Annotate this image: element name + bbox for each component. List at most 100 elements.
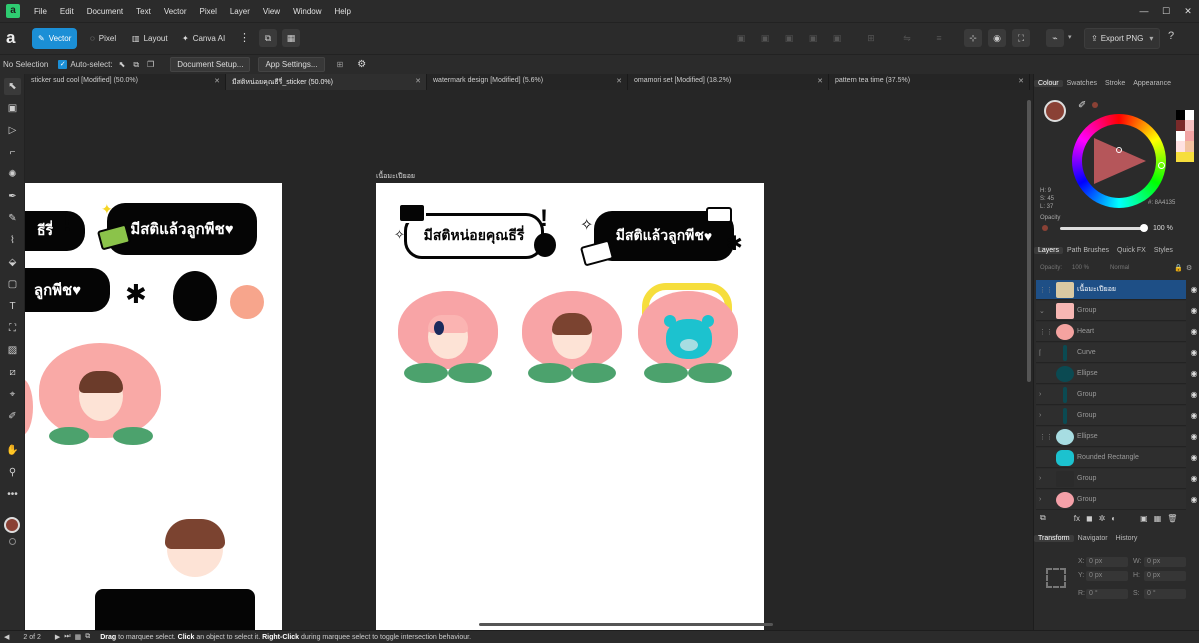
- grid-settings-icon[interactable]: ⊞: [337, 60, 344, 69]
- image-tool-icon[interactable]: ▨: [4, 342, 21, 359]
- tab-swatches[interactable]: Swatches: [1063, 80, 1101, 87]
- crop-tool-icon[interactable]: ⛶: [4, 320, 21, 337]
- visibility-eye-icon[interactable]: ◉: [1188, 364, 1199, 384]
- last-page-icon[interactable]: ⏭: [64, 633, 70, 641]
- tab-navigator[interactable]: Navigator: [1074, 535, 1112, 542]
- assistant-icon[interactable]: ⌁: [1046, 29, 1064, 47]
- fill-color-swatch[interactable]: [4, 517, 20, 533]
- group-icon[interactable]: ▣: [1140, 514, 1148, 523]
- shape-builder-icon[interactable]: ✺: [4, 166, 21, 183]
- sticker-bubble[interactable]: [95, 589, 255, 630]
- close-tab-icon[interactable]: ✕: [616, 77, 622, 85]
- select-layer-icon[interactable]: ❐: [147, 60, 154, 69]
- width-field[interactable]: 0 px: [1144, 557, 1186, 567]
- align-icon[interactable]: ⊞: [862, 29, 880, 47]
- persona-canva-ai[interactable]: ✦ Canva AI: [176, 28, 231, 49]
- height-field[interactable]: 0 px: [1144, 571, 1186, 581]
- chevron-down-icon[interactable]: ▾: [1068, 33, 1072, 41]
- contrast-icon[interactable]: ◐: [1111, 514, 1116, 523]
- zoom-tool-icon[interactable]: ⚲: [4, 464, 21, 481]
- close-tab-icon[interactable]: ✕: [1018, 77, 1024, 85]
- fill-tool-icon[interactable]: ⬙: [4, 254, 21, 271]
- visibility-eye-icon[interactable]: ◉: [1188, 469, 1199, 489]
- close-tab-icon[interactable]: ✕: [817, 77, 823, 85]
- fx-icon[interactable]: fx: [1074, 514, 1080, 523]
- visibility-eye-icon[interactable]: ◉: [1188, 406, 1199, 426]
- eyedropper-tool-icon[interactable]: ⌖: [4, 386, 21, 403]
- tab-transform[interactable]: Transform: [1034, 534, 1074, 542]
- delete-layer-icon[interactable]: 🗑: [1167, 514, 1177, 523]
- minimize-button[interactable]: —: [1133, 0, 1155, 22]
- tab-pattern-tea-time[interactable]: pattern tea time (37.5%) ✕: [829, 74, 1030, 90]
- tab-stroke[interactable]: Stroke: [1101, 80, 1129, 87]
- tab-layers[interactable]: Layers: [1034, 246, 1064, 254]
- character-head[interactable]: [165, 519, 225, 581]
- tab-quick-fx[interactable]: Quick FX: [1113, 247, 1150, 254]
- layer-opacity-value[interactable]: 100 %: [1072, 265, 1089, 271]
- lock-icon[interactable]: 🔒: [1174, 264, 1183, 272]
- more-options-icon[interactable]: ⋮: [239, 31, 250, 44]
- visibility-eye-icon[interactable]: ◉: [1188, 343, 1199, 363]
- visibility-eye-icon[interactable]: ◉: [1188, 322, 1199, 342]
- peach-character-1[interactable]: [398, 291, 498, 389]
- snapping-icon[interactable]: ⧉: [259, 29, 277, 47]
- transparency-tool-icon[interactable]: ⧄: [4, 364, 21, 381]
- transform-origin-icon[interactable]: ⊹: [964, 29, 982, 47]
- blend-mode-select[interactable]: Normal: [1110, 265, 1129, 271]
- layer-row[interactable]: › Group ◉: [1036, 469, 1197, 489]
- tab-omamori-set[interactable]: omamori set [Modified] (18.2%) ✕: [628, 74, 829, 90]
- app-settings-button[interactable]: App Settings...: [258, 57, 325, 72]
- menu-text[interactable]: Text: [132, 7, 160, 16]
- close-tab-icon[interactable]: ✕: [415, 77, 421, 85]
- crop-icon[interactable]: ⛶: [1012, 29, 1030, 47]
- tab-watermark-design[interactable]: watermark design [Modified] (5.6%) ✕: [427, 74, 628, 90]
- maximize-button[interactable]: ☐: [1155, 0, 1177, 22]
- menu-vector[interactable]: Vector: [160, 7, 196, 16]
- layer-row[interactable]: Ellipse ◉: [1036, 364, 1197, 384]
- artboard-left[interactable]: ธีรี่ ! มีสติแล้วลูกพีช ♥ ✦ ลูกพีช ♥ ✱: [25, 183, 282, 630]
- peach-character[interactable]: [39, 343, 161, 453]
- menu-view[interactable]: View: [259, 7, 289, 16]
- visibility-eye-icon[interactable]: ◉: [1188, 490, 1199, 510]
- brush-tool-icon[interactable]: ⌇: [4, 232, 21, 249]
- next-page-icon[interactable]: ▶: [55, 633, 60, 641]
- gear-icon[interactable]: ⚙: [1186, 264, 1192, 272]
- peach-character-3[interactable]: [636, 283, 740, 389]
- tab-active-sticker[interactable]: มีสติหน่อยคุณธีรี่_sticker (50.0%) ✕: [226, 74, 427, 90]
- close-window-button[interactable]: ✕: [1177, 0, 1199, 22]
- tab-styles[interactable]: Styles: [1150, 247, 1177, 254]
- tab-history[interactable]: History: [1112, 535, 1142, 542]
- color-picker-icon[interactable]: ✐: [4, 408, 21, 425]
- add-layer-icon[interactable]: ⧉: [1040, 513, 1046, 523]
- menu-document[interactable]: Document: [83, 7, 132, 16]
- menu-help[interactable]: Help: [331, 7, 360, 16]
- prev-page-icon[interactable]: ◀: [4, 633, 9, 641]
- layer-row[interactable]: › Group ◉: [1036, 490, 1197, 510]
- boolean-xor-icon[interactable]: ▣: [804, 29, 822, 47]
- visibility-eye-icon[interactable]: ◉: [1188, 301, 1199, 321]
- layer-row[interactable]: Rounded Rectangle ◉: [1036, 448, 1197, 468]
- chevron-right-icon[interactable]: ›: [1039, 475, 1041, 482]
- pencil-tool-icon[interactable]: ✎: [4, 210, 21, 227]
- menu-window[interactable]: Window: [289, 7, 330, 16]
- move-tool-icon[interactable]: ⬉: [4, 78, 21, 95]
- layer-row[interactable]: ⋮⋮ เนื้อมะเปียอย ◉: [1036, 280, 1197, 300]
- canvas-area[interactable]: ธีรี่ ! มีสติแล้วลูกพีช ♥ ✦ ลูกพีช ♥ ✱ เ…: [25, 90, 1033, 630]
- tab-sticker-sud-cool[interactable]: sticker sud cool [Modified] (50.0%) ✕: [25, 74, 226, 90]
- adjust-icon[interactable]: ✲: [1099, 514, 1106, 523]
- visibility-eye-icon[interactable]: ◉: [1188, 385, 1199, 405]
- menu-file[interactable]: File: [30, 7, 56, 16]
- chevron-right-icon[interactable]: ›: [1039, 391, 1041, 398]
- tab-path-brushes[interactable]: Path Brushes: [1063, 247, 1113, 254]
- spread-icon[interactable]: ⧉: [85, 633, 90, 641]
- visibility-eye-icon[interactable]: ◉: [1188, 427, 1199, 447]
- layer-row[interactable]: ⌄ Group ◉: [1036, 301, 1197, 321]
- recent-color-swatch[interactable]: [1092, 102, 1098, 108]
- menu-edit[interactable]: Edit: [56, 7, 83, 16]
- more-tools-icon[interactable]: •••: [4, 486, 21, 503]
- tab-appearance[interactable]: Appearance: [1129, 80, 1175, 87]
- opacity-slider[interactable]: [1060, 227, 1142, 230]
- grid-icon[interactable]: ▦: [282, 29, 300, 47]
- rotation-field[interactable]: 0 °: [1086, 589, 1128, 599]
- select-group-icon[interactable]: ⧉: [133, 60, 139, 70]
